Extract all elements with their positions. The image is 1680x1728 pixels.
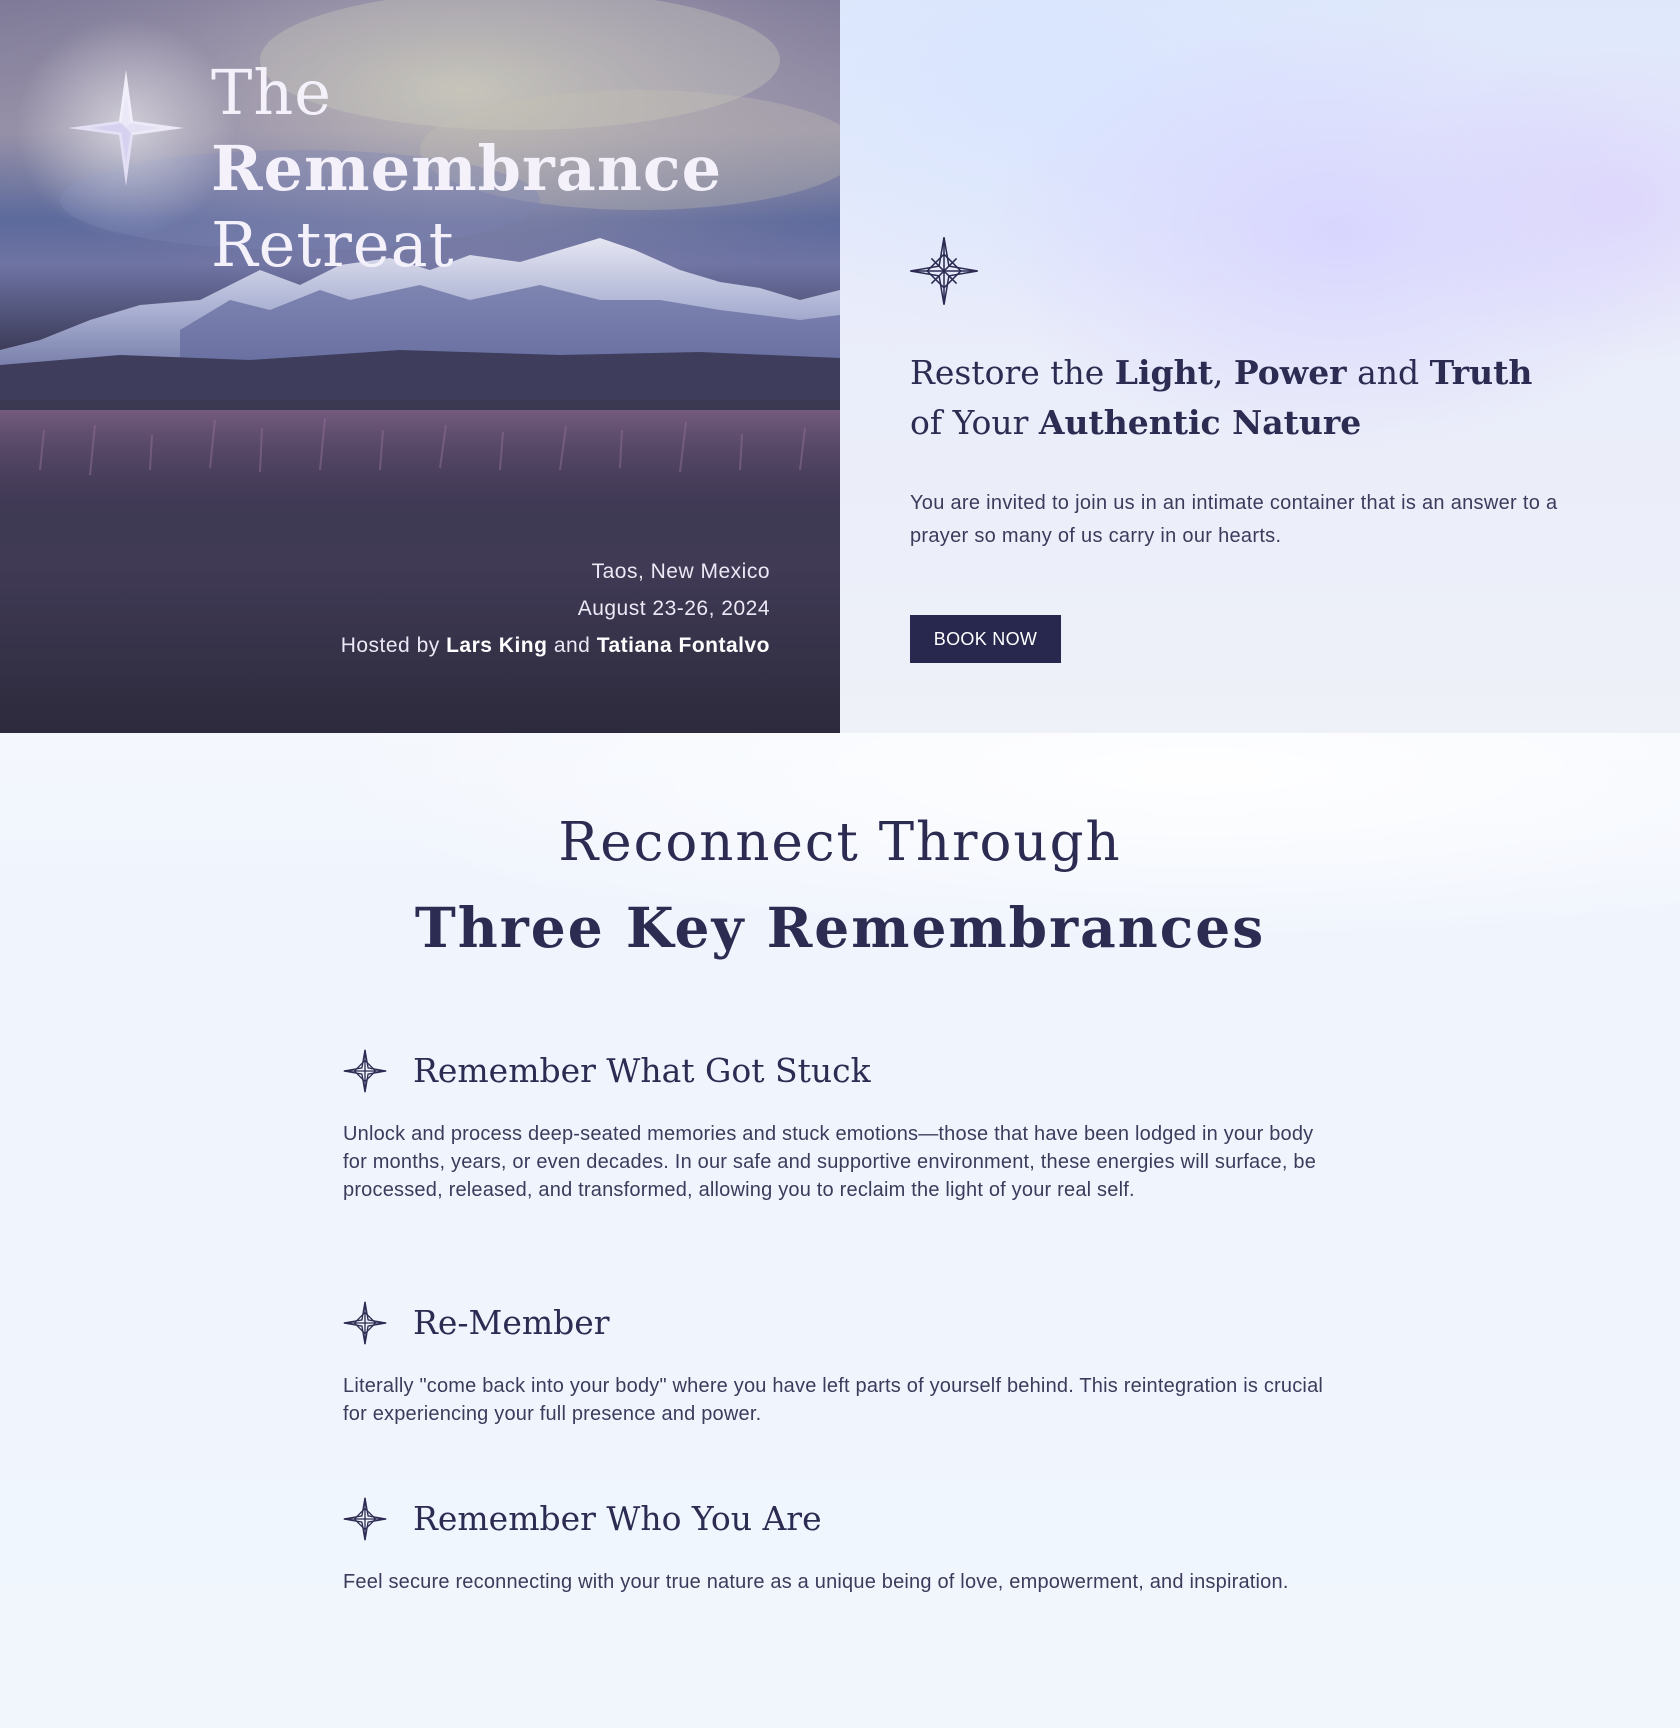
intro-headline: Restore the Light, Power and Truth of Yo…: [910, 348, 1610, 448]
hosted-by-label: Hosted by: [340, 634, 440, 657]
intro-paragraph: You are invited to join us in an intimat…: [910, 492, 1558, 547]
remembrance-title: Remember Who You Are: [413, 1499, 822, 1538]
section-heading-line-1: Reconnect Through: [558, 812, 1122, 873]
remembrance-title: Re-Member: [413, 1303, 610, 1342]
headline-power: Power: [1233, 353, 1347, 392]
headline-text-2: of Your: [910, 403, 1029, 442]
hero-section: The Remembrance Retreat Taos, New Mexico…: [0, 0, 1680, 733]
remembrance-body: Feel secure reconnecting with your true …: [343, 1571, 1289, 1593]
headline-text-1: Restore the: [910, 353, 1105, 392]
headline-authentic-nature: Authentic Nature: [1038, 403, 1362, 442]
headline-comma: ,: [1212, 353, 1224, 392]
compass-star-icon: [910, 237, 978, 305]
compass-star-icon: [343, 1301, 387, 1345]
headline-truth: Truth: [1429, 353, 1533, 392]
north-star-icon: [68, 70, 184, 186]
title-word-the: The: [211, 56, 332, 129]
headline-light: Light: [1114, 353, 1213, 392]
compass-star-icon: [343, 1497, 387, 1541]
hosts-and-label: and: [553, 634, 591, 657]
host-name-2: Tatiana Fontalvo: [596, 634, 770, 657]
retreat-title: The Remembrance Retreat: [211, 55, 840, 283]
section-heading-line-2: Three Key Remembrances: [414, 895, 1266, 960]
event-location: Taos, New Mexico: [591, 560, 770, 583]
remembrance-body: Unlock and process deep-seated memories …: [343, 1123, 1317, 1201]
book-now-button[interactable]: BOOK NOW: [910, 615, 1061, 663]
remembrance-body: Literally "come back into your body" whe…: [343, 1375, 1324, 1425]
hero-image-panel: The Remembrance Retreat Taos, New Mexico…: [0, 0, 840, 733]
title-word-remembrance: Remembrance: [211, 132, 723, 205]
remembrance-title: Remember What Got Stuck: [413, 1051, 871, 1090]
host-name-1: Lars King: [446, 634, 548, 657]
title-word-retreat: Retreat: [211, 208, 455, 281]
compass-star-icon: [343, 1049, 387, 1093]
event-dates: August 23-26, 2024: [577, 597, 770, 620]
event-hosts: Hosted by Lars King and Tatiana Fontalvo: [341, 627, 770, 664]
headline-and: and: [1357, 353, 1420, 392]
event-details: Taos, New Mexico August 23-26, 2024 Host…: [341, 553, 770, 664]
